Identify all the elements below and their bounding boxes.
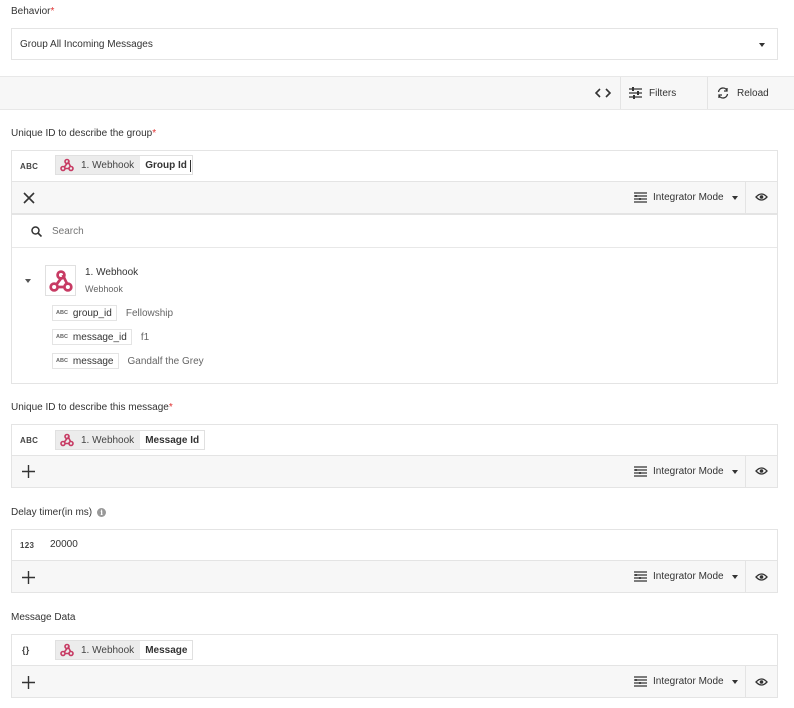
mode-dropdown[interactable]: Integrator Mode <box>634 571 738 582</box>
webhook-icon <box>48 269 73 292</box>
eye-icon <box>755 573 768 581</box>
mode-dropdown[interactable]: Integrator Mode <box>634 192 738 203</box>
type-tag: 123 <box>20 541 35 550</box>
message-data-label: Message Data <box>11 612 76 623</box>
behavior-select-value: Group All Incoming Messages <box>20 38 153 50</box>
mode-label: Integrator Mode <box>653 466 724 477</box>
webhook-app-logo <box>45 265 76 296</box>
caret-down-icon <box>731 679 738 684</box>
add-button[interactable] <box>22 465 35 481</box>
webhook-icon <box>60 433 74 447</box>
plus-icon <box>22 465 35 478</box>
behavior-select[interactable]: Group All Incoming Messages <box>11 28 778 60</box>
filters-label: Filters <box>649 87 677 99</box>
message-data-action-bar: Integrator Mode <box>11 665 778 698</box>
token-source: 1. Webhook <box>81 434 135 446</box>
mapped-token[interactable]: 1. Webhook Group Id <box>55 155 193 175</box>
message-data-input[interactable]: {} 1. Webhook Message <box>11 634 778 666</box>
token-field: Message Id <box>145 434 200 446</box>
node-subtitle: Webhook <box>85 284 123 294</box>
caret-down-icon <box>731 574 738 579</box>
preview-toggle[interactable] <box>755 572 768 585</box>
caret-down-icon <box>759 43 765 47</box>
picker-search <box>12 215 777 248</box>
reload-button[interactable]: Reload <box>708 77 794 109</box>
list-icon <box>634 571 647 582</box>
mode-dropdown[interactable]: Integrator Mode <box>634 466 738 477</box>
add-button[interactable] <box>22 676 35 692</box>
eye-icon <box>755 678 768 686</box>
type-tag: ABC <box>20 436 39 445</box>
behavior-label: Behavior* <box>11 6 55 17</box>
node-name: 1. Webhook <box>85 267 139 278</box>
filters-button[interactable]: Filters <box>621 77 707 109</box>
token-field: Message <box>145 644 188 656</box>
message-id-label: Unique ID to describe this message* <box>11 402 173 413</box>
caret-down-icon <box>731 469 738 474</box>
webhook-icon <box>60 158 74 172</box>
text-cursor <box>190 160 191 172</box>
plus-icon <box>22 571 35 584</box>
info-icon[interactable]: i <box>97 508 107 517</box>
type-tag: {} <box>22 645 30 655</box>
mode-label: Integrator Mode <box>653 192 724 203</box>
mapped-token[interactable]: 1. Webhook Message <box>55 640 194 660</box>
group-id-action-bar: Integrator Mode <box>11 181 778 214</box>
mode-label: Integrator Mode <box>653 676 724 687</box>
delay-value: 20000 <box>50 539 78 550</box>
token-field: Group Id <box>145 159 187 171</box>
webhook-icon <box>60 643 74 657</box>
search-input[interactable] <box>52 224 352 238</box>
message-id-input[interactable]: ABC 1. Webhook Message Id <box>11 424 778 456</box>
type-tag: ABC <box>20 162 39 171</box>
plus-icon <box>22 676 35 689</box>
eye-icon <box>755 193 768 201</box>
sliders-icon <box>629 87 642 99</box>
preview-toggle[interactable] <box>755 466 768 479</box>
group-id-label: Unique ID to describe the group* <box>11 128 157 139</box>
token-source: 1. Webhook <box>81 159 135 171</box>
code-toggle-button[interactable] <box>586 77 620 109</box>
eye-icon <box>755 467 768 475</box>
reload-icon <box>717 87 729 99</box>
close-button[interactable] <box>22 191 36 205</box>
mode-dropdown[interactable]: Integrator Mode <box>634 676 738 687</box>
collapse-chevron-icon[interactable] <box>25 279 31 283</box>
preview-toggle[interactable] <box>755 677 768 690</box>
message-id-action-bar: Integrator Mode <box>11 455 778 488</box>
mapped-token[interactable]: 1. Webhook Message Id <box>55 430 206 450</box>
code-icon <box>595 88 611 98</box>
delay-timer-action-bar: Integrator Mode <box>11 560 778 593</box>
list-icon <box>634 466 647 477</box>
data-picker-panel: 1. Webhook Webhook ABCgroup_id Fellowshi… <box>11 214 778 384</box>
group-id-input[interactable]: ABC 1. Webhook Group Id <box>11 150 778 182</box>
delay-timer-label: Delay timer(in ms) i <box>11 507 107 518</box>
caret-down-icon <box>731 195 738 200</box>
mode-label: Integrator Mode <box>653 571 724 582</box>
list-icon <box>634 676 647 687</box>
close-icon <box>23 192 35 204</box>
list-icon <box>634 192 647 203</box>
toolbar: Filters Reload <box>0 76 794 110</box>
picker-field-row[interactable]: ABC group_id Fellowship <box>52 305 173 321</box>
add-button[interactable] <box>22 571 35 587</box>
delay-timer-input[interactable]: 123 20000 <box>11 529 778 561</box>
search-icon <box>31 226 42 237</box>
picker-field-row[interactable]: ABC message Gandalf the Grey <box>52 353 204 369</box>
preview-toggle[interactable] <box>755 192 768 205</box>
token-source: 1. Webhook <box>81 644 135 656</box>
reload-label: Reload <box>737 87 769 99</box>
picker-field-row[interactable]: ABC message_id f1 <box>52 329 149 345</box>
